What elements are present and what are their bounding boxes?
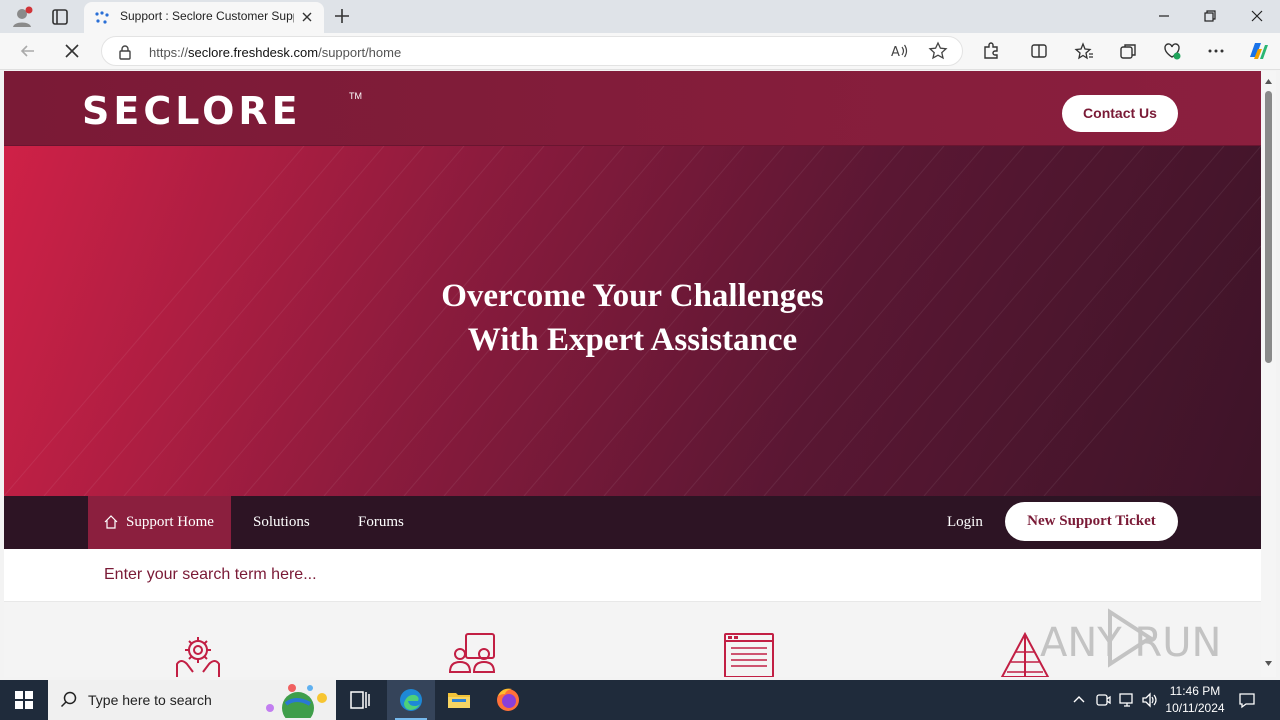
hero-diagonal-lines [4, 146, 1261, 496]
search-bar [4, 549, 1261, 602]
task-view-icon[interactable] [336, 680, 384, 720]
login-link[interactable]: Login [947, 514, 983, 531]
tab-title: Support : Seclore Customer Support [120, 9, 294, 23]
page-scrollbar[interactable] [1261, 71, 1276, 677]
url-domain: seclore.freshdesk.com [188, 45, 319, 60]
search-highlight-globe-icon [266, 684, 327, 718]
copilot-icon[interactable] [1246, 39, 1270, 63]
scroll-up-icon[interactable] [1264, 77, 1273, 86]
watermark-text: ANY RUN [1040, 620, 1221, 666]
favorite-star-icon[interactable] [928, 41, 948, 61]
nav-solutions[interactable]: Solutions [253, 514, 310, 531]
notifications-icon[interactable] [1238, 691, 1256, 709]
home-icon [104, 515, 118, 529]
more-options-icon[interactable] [1206, 41, 1226, 61]
portal-navbar: Support Home Solutions Forums Login New … [4, 496, 1261, 549]
nav-support-home-label: Support Home [126, 514, 214, 530]
stop-loading-icon[interactable] [62, 41, 82, 61]
hero-banner: Overcome Your Challenges With Expert Ass… [4, 146, 1261, 496]
gear-hands-icon[interactable] [171, 632, 225, 677]
minimize-icon[interactable] [1154, 6, 1174, 26]
seclore-logo[interactable]: SECLORE [82, 89, 302, 133]
svg-text:A: A [891, 45, 900, 60]
network-icon[interactable] [1118, 691, 1136, 709]
search-input[interactable] [104, 558, 1004, 592]
file-explorer-icon[interactable] [435, 680, 483, 720]
profile-icon[interactable] [10, 5, 34, 29]
loading-favicon-icon [95, 11, 109, 24]
windows-start-icon[interactable] [14, 690, 34, 710]
taskbar-search-placeholder: Type here to search [88, 692, 212, 708]
favorites-icon[interactable] [1074, 41, 1094, 61]
browser-toolbar: https://seclore.freshdesk.com/support/ho… [0, 33, 1280, 70]
hero-title-line-2: With Expert Assistance [467, 322, 798, 358]
clock-time: 11:46 PM [1169, 684, 1221, 698]
restore-icon[interactable] [1200, 6, 1220, 26]
url-path: /support/home [318, 45, 402, 60]
read-aloud-icon[interactable]: A [889, 41, 909, 61]
collections-icon[interactable] [1118, 41, 1138, 61]
page-viewport: SECLORE TM Contact Us Overcome Your Chal… [4, 71, 1261, 677]
clock-date: 10/11/2024 [1165, 701, 1225, 715]
contact-us-button[interactable]: Contact Us [1062, 95, 1178, 132]
meet-now-icon[interactable] [1094, 691, 1112, 709]
firefox-icon[interactable] [484, 680, 532, 720]
taskbar-search-box[interactable]: Type here to search [48, 680, 336, 720]
browser-tab-active[interactable]: Support : Seclore Customer Support [84, 2, 324, 33]
taskbar-edge-app[interactable] [387, 680, 435, 720]
nav-support-home[interactable]: Support Home [88, 496, 231, 549]
url-prefix: https:// [149, 45, 189, 60]
browser-essentials-icon[interactable] [1162, 41, 1182, 61]
back-icon[interactable] [18, 41, 38, 61]
show-hidden-icons-icon[interactable] [1070, 691, 1088, 709]
nav-forums[interactable]: Forums [358, 514, 404, 531]
extensions-icon[interactable] [981, 41, 1001, 61]
tab-actions-icon[interactable] [50, 7, 70, 27]
new-support-ticket-button[interactable]: New Support Ticket [1005, 502, 1178, 541]
close-tab-icon[interactable] [300, 10, 314, 24]
edge-icon [400, 689, 422, 711]
taskbar-clock[interactable]: 11:46 PM 10/11/2024 [1160, 683, 1230, 717]
url-text[interactable]: https://seclore.freshdesk.com/support/ho… [149, 45, 401, 60]
split-screen-icon[interactable] [1029, 41, 1049, 61]
lock-icon[interactable] [118, 44, 132, 60]
windows-taskbar: Type here to search 11:46 PM 10/11/2024 [0, 680, 1280, 720]
scroll-down-icon[interactable] [1264, 659, 1273, 668]
close-window-icon[interactable] [1247, 6, 1267, 26]
address-bar[interactable]: https://seclore.freshdesk.com/support/ho… [101, 36, 963, 66]
user-support-icon[interactable] [446, 632, 500, 677]
document-window-icon[interactable] [722, 632, 776, 677]
logo-trademark: TM [349, 91, 362, 101]
volume-icon[interactable] [1141, 691, 1159, 709]
new-tab-icon[interactable] [332, 6, 352, 26]
search-icon [60, 691, 77, 708]
hero-title-line-1: Overcome Your Challenges [441, 278, 824, 314]
anyrun-watermark: ANY RUN [1040, 608, 1221, 668]
site-header: SECLORE TM Contact Us [4, 71, 1261, 146]
browser-tabbar: Support : Seclore Customer Support [0, 0, 1280, 33]
scroll-thumb[interactable] [1265, 91, 1272, 363]
